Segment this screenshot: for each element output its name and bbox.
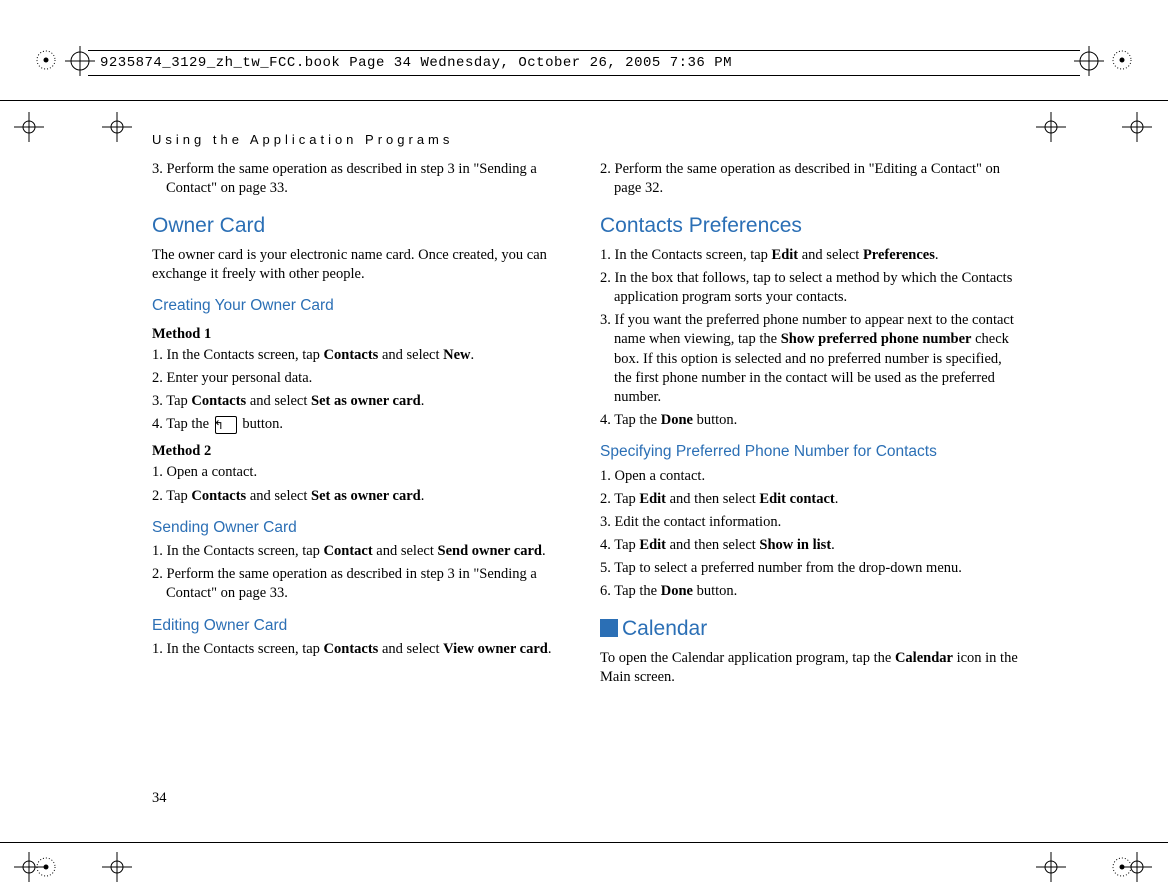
body-text: 4. Tap the ↰ button. (152, 415, 572, 434)
crop-target-icon (14, 112, 44, 142)
body-text: 1. In the Contacts screen, tap Contacts … (152, 346, 572, 365)
section-header: Using the Application Programs (152, 132, 453, 147)
crop-target-icon (1122, 112, 1152, 142)
crop-target-icon (1036, 852, 1066, 882)
body-text: 4. Tap the Done button. (600, 411, 1020, 430)
heading-owner-card: Owner Card (152, 212, 572, 240)
header-file-info: 9235874_3129_zh_tw_FCC.book Page 34 Wedn… (100, 55, 732, 71)
body-text: 3. If you want the preferred phone numbe… (600, 311, 1020, 407)
rule-bottom (0, 842, 1168, 843)
heading-specifying-preferred-number: Specifying Preferred Phone Number for Co… (600, 442, 1020, 462)
body-text: 1. In the Contacts screen, tap Edit and … (600, 246, 1020, 265)
page-number: 34 (152, 790, 167, 807)
column-left: 3. Perform the same operation as describ… (152, 160, 572, 693)
body-text: 2. In the box that follows, tap to selec… (600, 269, 1020, 307)
body-text: 1. In the Contacts screen, tap Contact a… (152, 542, 572, 561)
body-text: 3. Edit the contact information. (600, 513, 1020, 532)
heading-creating-owner-card: Creating Your Owner Card (152, 296, 572, 316)
crop-target-icon (14, 852, 44, 882)
crop-target-icon (102, 112, 132, 142)
dotted-circle-icon (1110, 48, 1134, 72)
crop-target-icon (1036, 112, 1066, 142)
body-text: 1. Open a contact. (152, 463, 572, 482)
body-text: 1. Open a contact. (600, 467, 1020, 486)
body-text: 3. Tap Contacts and select Set as owner … (152, 392, 572, 411)
dotted-circle-icon (34, 48, 58, 72)
crop-target-icon (102, 852, 132, 882)
body-text: To open the Calendar application program… (600, 649, 1020, 687)
body-text: 4. Tap Edit and then select Show in list… (600, 536, 1020, 555)
column-right: 2. Perform the same operation as describ… (600, 160, 1020, 693)
back-icon: ↰ (215, 416, 237, 434)
rule-top (0, 100, 1168, 101)
heading-method-2: Method 2 (152, 442, 572, 461)
heading-contacts-preferences: Contacts Preferences (600, 212, 1020, 240)
heading-sending-owner-card: Sending Owner Card (152, 518, 572, 538)
body-text: 2. Perform the same operation as describ… (600, 160, 1020, 198)
crop-target-icon (1122, 852, 1152, 882)
body-text: 2. Enter your personal data. (152, 369, 572, 388)
body-text: 5. Tap to select a preferred number from… (600, 559, 1020, 578)
heading-editing-owner-card: Editing Owner Card (152, 616, 572, 636)
body-text: 2. Tap Edit and then select Edit contact… (600, 490, 1020, 509)
body-text: The owner card is your electronic name c… (152, 246, 572, 284)
body-text: 2. Tap Contacts and select Set as owner … (152, 487, 572, 506)
heading-method-1: Method 1 (152, 325, 572, 344)
square-bullet-icon (600, 619, 618, 637)
body-text: 3. Perform the same operation as describ… (152, 160, 572, 198)
body-text: 6. Tap the Done button. (600, 582, 1020, 601)
heading-calendar: Calendar (600, 615, 1020, 643)
body-text: 2. Perform the same operation as describ… (152, 565, 572, 603)
body-text: 1. In the Contacts screen, tap Contacts … (152, 640, 572, 659)
